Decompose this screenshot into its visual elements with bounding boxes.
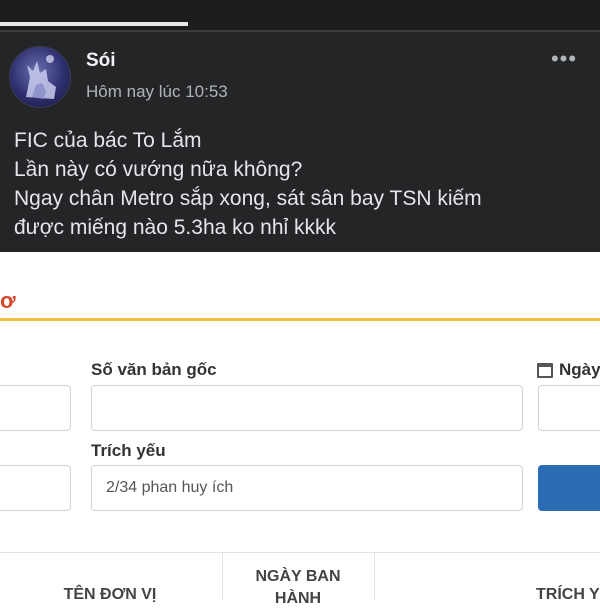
post-line: Ngay chân Metro sắp xong, sát sân bay TS…	[14, 187, 482, 210]
ngay-label: Ngày	[559, 360, 600, 379]
facebook-post: Sói Hôm nay lúc 10:53 ••• FIC của bác To…	[0, 0, 600, 252]
so-van-ban-goc-input[interactable]	[91, 385, 523, 431]
header-underline	[0, 318, 600, 321]
th-ten-don-vi[interactable]: TÊN ĐƠN VỊ	[20, 584, 200, 606]
trich-yeu-input[interactable]: 2/34 phan huy ích	[91, 465, 523, 511]
post-text: FIC của bác To Lắm Lần này có vướng nữa …	[14, 126, 589, 242]
post-line: Lần này có vướng nữa không?	[14, 158, 303, 181]
more-options-icon[interactable]: •••	[546, 48, 582, 72]
form-header-text: ơ	[0, 288, 16, 313]
post-timestamp[interactable]: Hôm nay lúc 10:53	[86, 82, 228, 102]
ngay-input[interactable]	[538, 385, 600, 431]
active-tab-indicator	[0, 22, 188, 26]
table-top-border	[0, 552, 600, 553]
divider	[0, 30, 600, 32]
post-author[interactable]: Sói	[86, 50, 116, 72]
avatar[interactable]	[9, 46, 71, 108]
left-field-input[interactable]	[0, 385, 71, 431]
search-button[interactable]	[538, 465, 600, 511]
th-trich-yeu[interactable]: TRÍCH Y	[536, 584, 600, 606]
column-divider	[374, 552, 375, 600]
so-van-ban-goc-label: Số văn bản gốc	[91, 360, 217, 379]
post-line: được miếng nào 5.3ha ko nhỉ kkkk	[14, 216, 337, 239]
th-ngay-ban-hanh-line1: NGÀY BAN	[255, 568, 341, 585]
th-ngay-ban-hanh-line2: HÀNH	[274, 590, 322, 607]
post-line: FIC của bác To Lắm	[14, 129, 202, 152]
trich-yeu-label: Trích yếu	[91, 441, 166, 460]
th-ngay-ban-hanh[interactable]: NGÀY BAN HÀNH	[222, 566, 374, 610]
tab-strip	[0, 0, 600, 30]
wolf-avatar-icon	[26, 55, 56, 99]
left-field-input-2[interactable]	[0, 465, 71, 511]
calendar-icon	[537, 363, 553, 378]
